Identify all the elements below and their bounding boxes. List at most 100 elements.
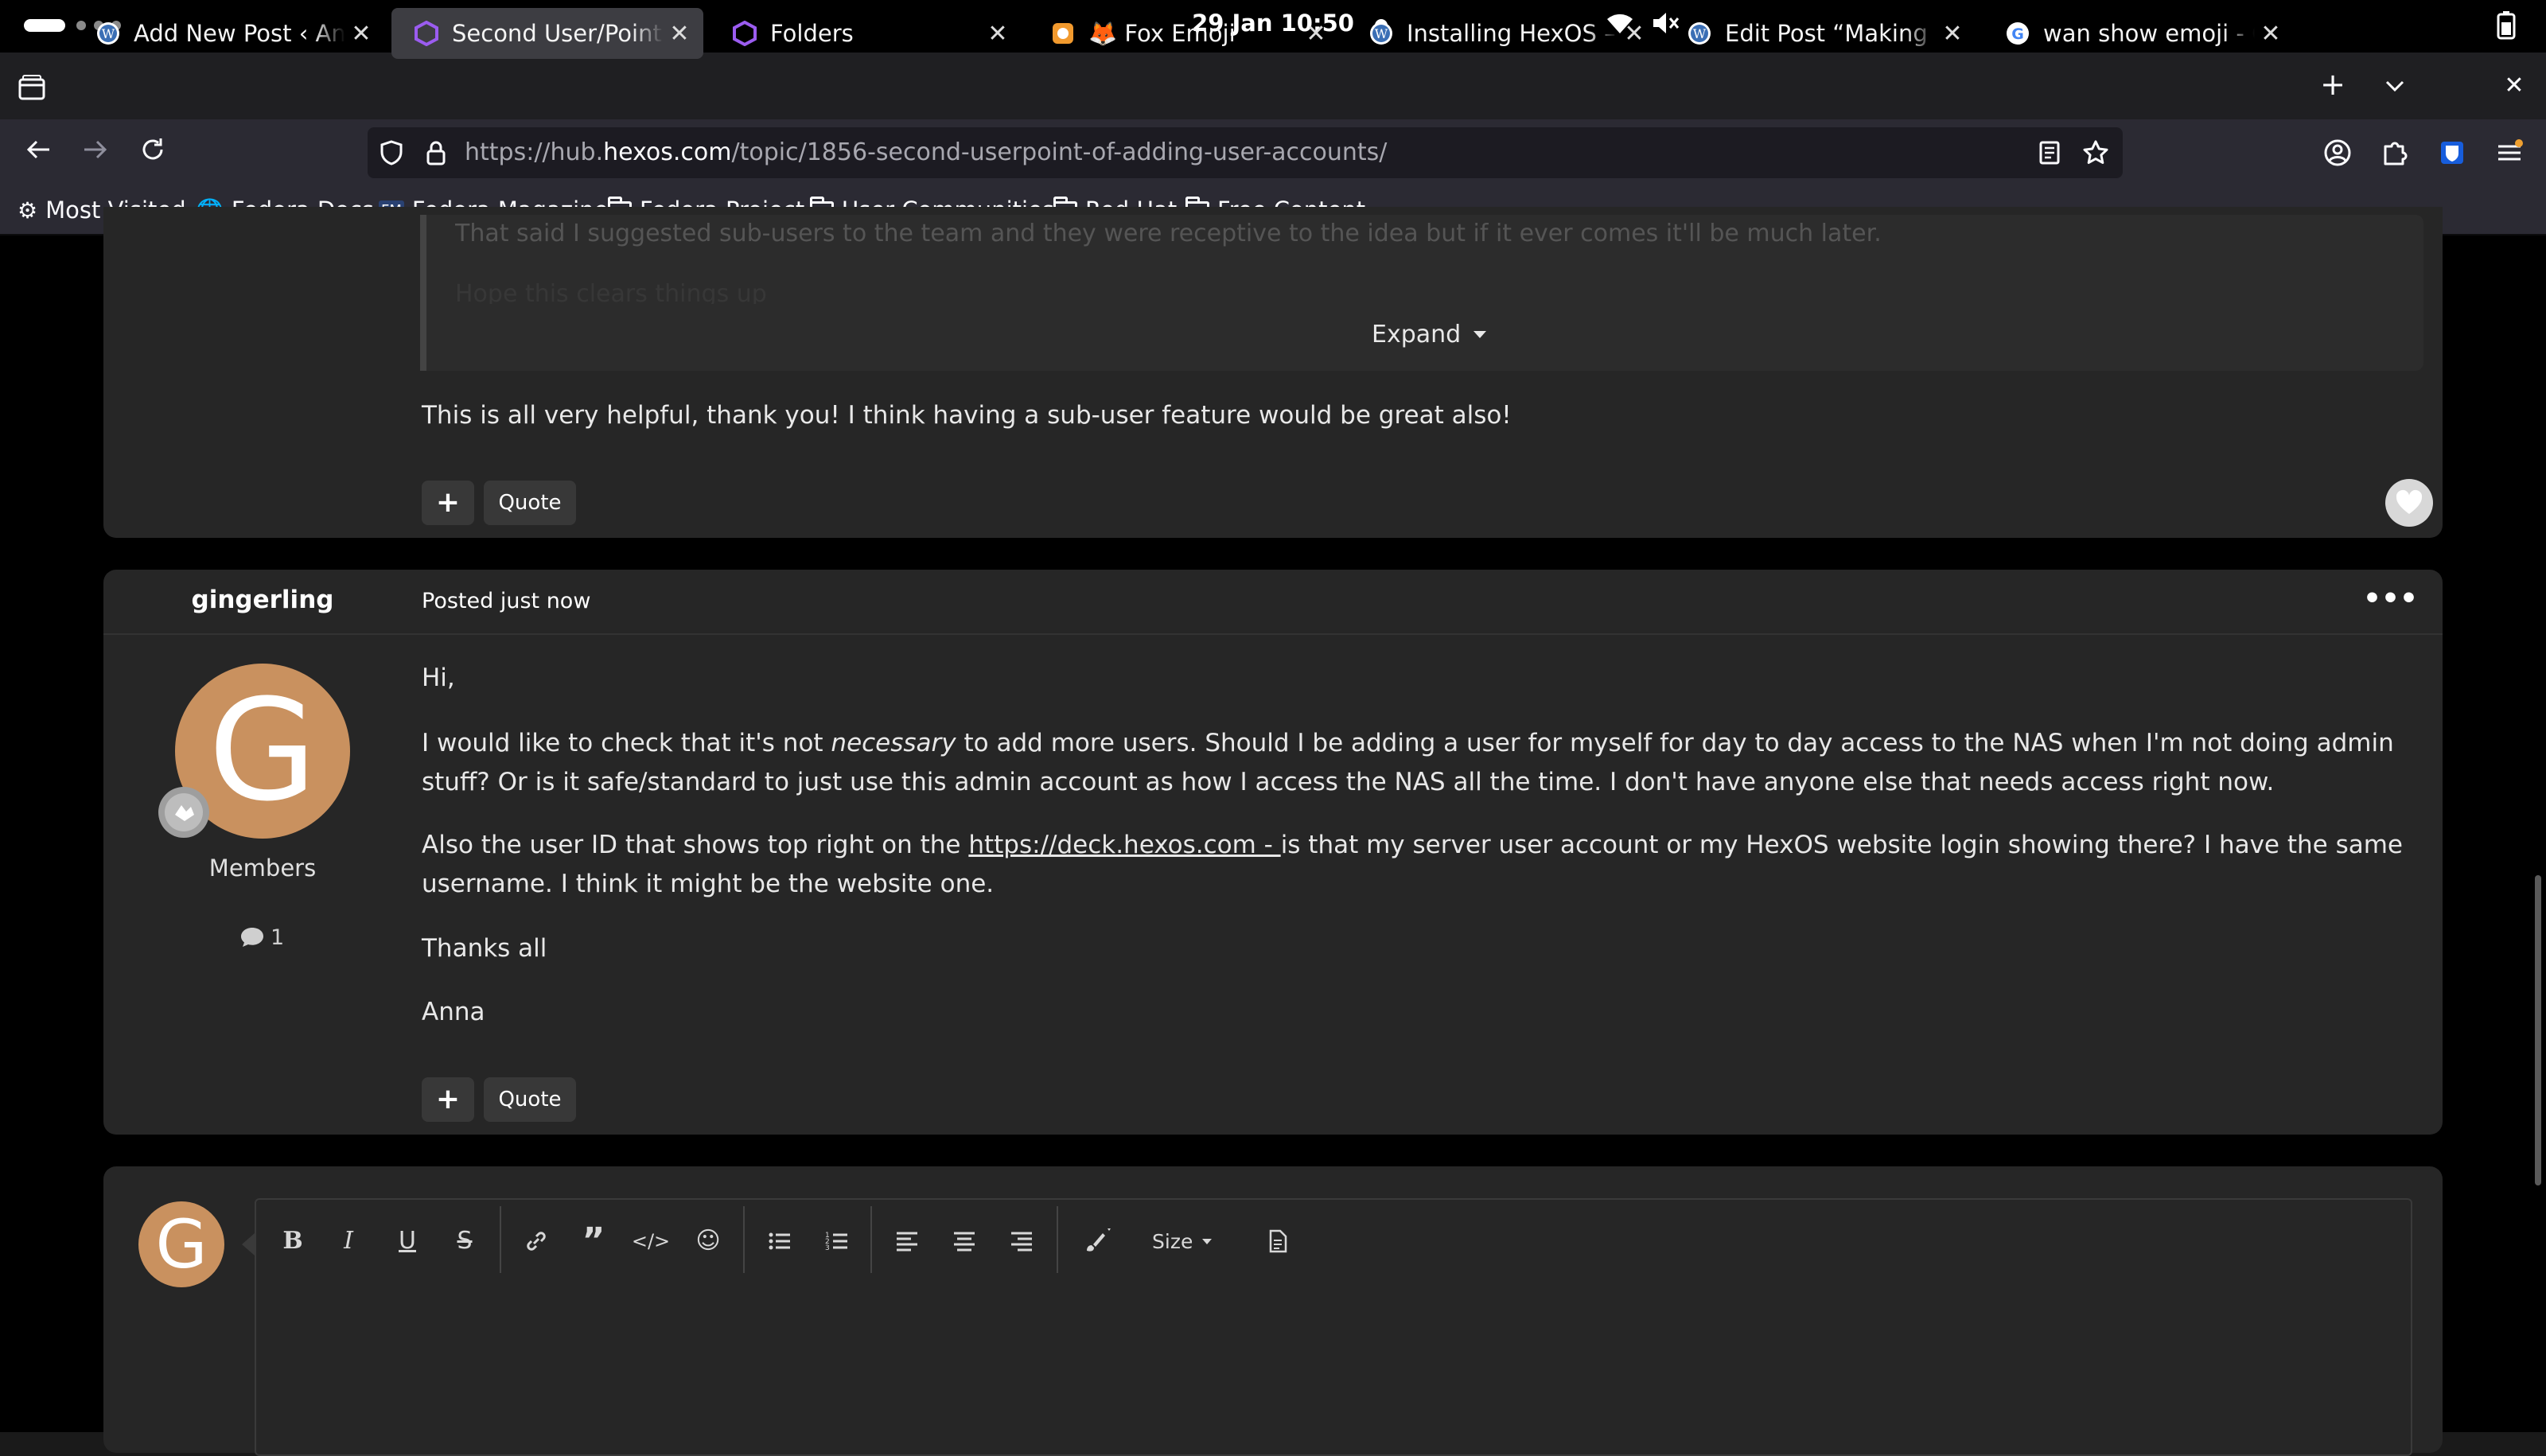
- svg-text:W: W: [1375, 26, 1388, 41]
- hexos-icon: [415, 21, 438, 46]
- text-color-brush-icon[interactable]: [1076, 1219, 1120, 1263]
- tracking-protection-shield-icon[interactable]: [377, 138, 406, 167]
- tab-title: Add New Post ‹ Anna: [134, 20, 345, 47]
- gear-icon: ⚙: [18, 197, 38, 224]
- svg-text:3: 3: [825, 1244, 830, 1252]
- google-icon: G: [2007, 22, 2029, 45]
- close-tab-icon[interactable]: ✕: [982, 20, 1014, 48]
- bookmark-star-icon[interactable]: [2081, 138, 2110, 167]
- tab-title: Second User/Point of: [452, 20, 664, 47]
- emoji-smiley-icon[interactable]: ☺: [686, 1219, 730, 1263]
- quote-button[interactable]: Quote: [484, 1077, 576, 1122]
- post-paragraph: Also the user ID that shows top right on…: [422, 831, 2404, 898]
- toolbar-separator: [870, 1206, 872, 1273]
- underline-icon[interactable]: U: [385, 1219, 430, 1263]
- current-user-avatar: G: [138, 1201, 224, 1287]
- deck-hexos-link[interactable]: https://deck.hexos.com -: [968, 831, 1280, 859]
- post-options-ellipsis-icon[interactable]: •••: [2363, 585, 2418, 619]
- post-greeting: Hi,: [422, 664, 455, 692]
- tab-folders[interactable]: Folders ✕: [710, 8, 1022, 59]
- italic-icon[interactable]: I: [326, 1219, 371, 1263]
- quote-text: Hope this clears things up: [455, 280, 767, 304]
- posted-time[interactable]: just now: [500, 589, 591, 613]
- expand-quote-button[interactable]: Expand: [1372, 317, 1489, 352]
- close-tab-icon[interactable]: ✕: [664, 20, 695, 48]
- lock-icon[interactable]: [422, 138, 450, 167]
- account-icon[interactable]: [2322, 137, 2353, 169]
- rank-badge-icon: [156, 784, 212, 840]
- svg-text:W: W: [1693, 26, 1707, 41]
- align-left-icon[interactable]: [885, 1219, 929, 1263]
- list-tabs-chevron-down-icon[interactable]: [2379, 72, 2411, 100]
- post-timestamp: Posted just now: [422, 589, 590, 613]
- post-signoff: Anna: [422, 998, 485, 1026]
- code-icon[interactable]: </>: [629, 1219, 673, 1263]
- expand-label: Expand: [1372, 320, 1462, 348]
- link-icon[interactable]: [514, 1219, 559, 1263]
- tab-second-user[interactable]: Second User/Point of ✕: [391, 8, 703, 59]
- posted-label: Posted: [422, 589, 494, 613]
- strikethrough-icon[interactable]: S: [442, 1219, 487, 1263]
- close-tab-icon[interactable]: ✕: [1618, 20, 1650, 48]
- tab-add-new-post[interactable]: W Add New Post ‹ Anna ✕: [73, 8, 385, 59]
- hexos-icon: [733, 21, 757, 46]
- toolbar-separator: [500, 1206, 501, 1273]
- menu-hamburger-icon[interactable]: [2493, 137, 2525, 169]
- quote-text: That said I suggested sub-users to the t…: [455, 220, 1882, 247]
- align-right-icon[interactable]: [999, 1219, 1044, 1263]
- tab-title: wan show emoji - Go: [2043, 20, 2255, 47]
- blockquote-icon[interactable]: ”: [571, 1219, 616, 1263]
- plus-reaction-button[interactable]: +: [422, 481, 474, 525]
- align-center-icon[interactable]: [942, 1219, 987, 1263]
- close-window-icon[interactable]: ✕: [2498, 70, 2530, 102]
- post-header-divider: [103, 633, 2443, 635]
- back-arrow-icon[interactable]: [21, 135, 56, 170]
- tab-bar: [0, 53, 2546, 119]
- forward-arrow-icon[interactable]: [78, 135, 113, 170]
- close-tab-icon[interactable]: ✕: [1937, 20, 1968, 48]
- tab-title: Edit Post “Making my: [1725, 20, 1937, 47]
- firefox-view-icon[interactable]: [18, 73, 46, 102]
- close-tab-icon[interactable]: ✕: [345, 20, 377, 48]
- editor-pointer: [242, 1233, 255, 1256]
- numbered-list-icon[interactable]: 123: [815, 1219, 859, 1263]
- tab-title: Installing HexOS – Ar: [1407, 20, 1618, 47]
- caret-down-icon: [1473, 331, 1487, 338]
- reader-view-icon[interactable]: [2035, 138, 2064, 167]
- emojipedia-icon: [1053, 23, 1073, 44]
- tab-installing-hexos[interactable]: W Installing HexOS – Ar ✕: [1346, 8, 1658, 59]
- page-scrollbar-thumb[interactable]: [2535, 875, 2541, 1185]
- bold-icon[interactable]: B: [271, 1219, 315, 1263]
- url-text[interactable]: https://hub.hexos.com/topic/1856-second-…: [465, 138, 1387, 166]
- toolbar-separator: [743, 1206, 745, 1273]
- comment-bubble-icon: [241, 928, 263, 947]
- source-document-icon[interactable]: [1255, 1219, 1300, 1263]
- wordpress-icon: W: [1370, 22, 1392, 45]
- close-tab-icon[interactable]: ✕: [2255, 20, 2287, 48]
- post-paragraph: I would like to check that it's not nece…: [422, 729, 2394, 796]
- bulleted-list-icon[interactable]: [757, 1219, 802, 1263]
- new-tab-button[interactable]: +: [2315, 67, 2350, 102]
- reload-icon[interactable]: [135, 135, 170, 170]
- post-reply-text: This is all very helpful, thank you! I t…: [422, 401, 1512, 430]
- bitwarden-shield-icon[interactable]: [2436, 137, 2468, 169]
- tab-title: 🦊 Fox Emoji: [1088, 19, 1236, 47]
- font-size-dropdown[interactable]: Size: [1152, 1219, 1215, 1263]
- toolbar-separator: [1057, 1206, 1058, 1273]
- like-heart-icon[interactable]: [2385, 479, 2433, 527]
- wordpress-icon: W: [97, 22, 119, 45]
- extensions-puzzle-icon[interactable]: [2379, 137, 2411, 169]
- tab-title: Folders: [770, 20, 854, 47]
- tab-wan-show-emoji[interactable]: G wan show emoji - Go ✕: [1983, 8, 2295, 59]
- post-author-name[interactable]: gingerling: [103, 586, 422, 614]
- wordpress-icon: W: [1688, 22, 1711, 45]
- author-role: Members: [208, 855, 317, 882]
- tab-fox-emoji[interactable]: 🦊 Fox Emoji ✕: [1028, 8, 1340, 59]
- svg-text:G: G: [2011, 25, 2024, 43]
- battery-icon[interactable]: [2490, 11, 2522, 40]
- close-tab-icon[interactable]: ✕: [1300, 20, 1332, 48]
- plus-reaction-button[interactable]: +: [422, 1077, 474, 1122]
- post-count-value: 1: [271, 925, 285, 950]
- tab-edit-post[interactable]: W Edit Post “Making my ✕: [1664, 8, 1976, 59]
- quote-button[interactable]: Quote: [484, 481, 576, 525]
